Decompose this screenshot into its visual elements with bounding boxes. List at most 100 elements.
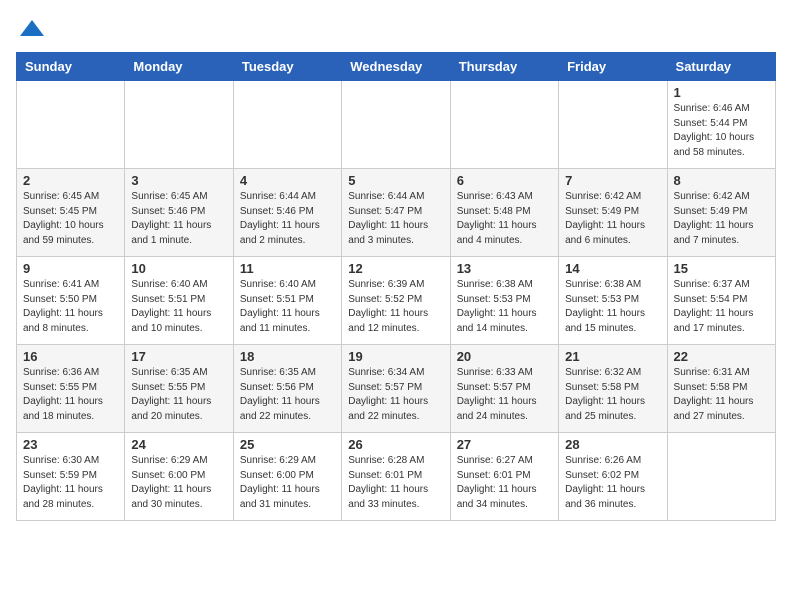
cell-details: Sunrise: 6:40 AM Sunset: 5:51 PM Dayligh… xyxy=(131,278,226,336)
cell-details: Sunrise: 6:33 AM Sunset: 5:57 PM Dayligh… xyxy=(457,366,552,424)
cell-details: Sunrise: 6:43 AM Sunset: 5:48 PM Dayligh… xyxy=(457,190,552,248)
cell-details: Sunrise: 6:26 AM Sunset: 6:02 PM Dayligh… xyxy=(565,454,660,512)
cell-details: Sunrise: 6:29 AM Sunset: 6:00 PM Dayligh… xyxy=(131,454,226,512)
day-number: 10 xyxy=(131,261,226,276)
day-number: 25 xyxy=(240,437,335,452)
day-number: 12 xyxy=(348,261,443,276)
cell-details: Sunrise: 6:44 AM Sunset: 5:46 PM Dayligh… xyxy=(240,190,335,248)
calendar-cell: 10 Sunrise: 6:40 AM Sunset: 5:51 PM Dayli… xyxy=(125,257,233,345)
calendar-cell: 18 Sunrise: 6:35 AM Sunset: 5:56 PM Dayli… xyxy=(233,345,341,433)
day-header-tuesday: Tuesday xyxy=(233,53,341,81)
week-row-2: 2 Sunrise: 6:45 AM Sunset: 5:45 PM Daylig… xyxy=(17,169,776,257)
cell-details: Sunrise: 6:35 AM Sunset: 5:55 PM Dayligh… xyxy=(131,366,226,424)
calendar-cell: 14 Sunrise: 6:38 AM Sunset: 5:53 PM Dayli… xyxy=(559,257,667,345)
day-number: 16 xyxy=(23,349,118,364)
day-number: 3 xyxy=(131,173,226,188)
cell-details: Sunrise: 6:36 AM Sunset: 5:55 PM Dayligh… xyxy=(23,366,118,424)
cell-details: Sunrise: 6:42 AM Sunset: 5:49 PM Dayligh… xyxy=(674,190,769,248)
calendar-cell: 25 Sunrise: 6:29 AM Sunset: 6:00 PM Dayli… xyxy=(233,433,341,521)
calendar-cell: 4 Sunrise: 6:44 AM Sunset: 5:46 PM Daylig… xyxy=(233,169,341,257)
day-number: 1 xyxy=(674,85,769,100)
cell-details: Sunrise: 6:30 AM Sunset: 5:59 PM Dayligh… xyxy=(23,454,118,512)
day-number: 22 xyxy=(674,349,769,364)
calendar-cell: 19 Sunrise: 6:34 AM Sunset: 5:57 PM Dayli… xyxy=(342,345,450,433)
calendar-cell: 2 Sunrise: 6:45 AM Sunset: 5:45 PM Daylig… xyxy=(17,169,125,257)
day-number: 4 xyxy=(240,173,335,188)
calendar-cell: 9 Sunrise: 6:41 AM Sunset: 5:50 PM Daylig… xyxy=(17,257,125,345)
calendar-cell: 20Sunrise: 6:33 AM Sunset: 5:57 PM Dayli… xyxy=(450,345,558,433)
day-number: 19 xyxy=(348,349,443,364)
calendar-cell: 5 Sunrise: 6:44 AM Sunset: 5:47 PM Daylig… xyxy=(342,169,450,257)
cell-details: Sunrise: 6:42 AM Sunset: 5:49 PM Dayligh… xyxy=(565,190,660,248)
day-number: 15 xyxy=(674,261,769,276)
day-number: 27 xyxy=(457,437,552,452)
day-number: 5 xyxy=(348,173,443,188)
cell-details: Sunrise: 6:44 AM Sunset: 5:47 PM Dayligh… xyxy=(348,190,443,248)
calendar-cell: 1Sunrise: 6:46 AM Sunset: 5:44 PM Daylig… xyxy=(667,81,775,169)
page-header xyxy=(16,16,776,44)
day-number: 28 xyxy=(565,437,660,452)
cell-details: Sunrise: 6:38 AM Sunset: 5:53 PM Dayligh… xyxy=(565,278,660,336)
calendar-header: SundayMondayTuesdayWednesdayThursdayFrid… xyxy=(17,53,776,81)
days-header-row: SundayMondayTuesdayWednesdayThursdayFrid… xyxy=(17,53,776,81)
day-header-friday: Friday xyxy=(559,53,667,81)
calendar-cell: 16 Sunrise: 6:36 AM Sunset: 5:55 PM Dayli… xyxy=(17,345,125,433)
calendar-cell xyxy=(233,81,341,169)
cell-details: Sunrise: 6:31 AM Sunset: 5:58 PM Dayligh… xyxy=(674,366,769,424)
calendar-cell xyxy=(125,81,233,169)
day-number: 21 xyxy=(565,349,660,364)
day-number: 13 xyxy=(457,261,552,276)
calendar-cell: 11 Sunrise: 6:40 AM Sunset: 5:51 PM Dayli… xyxy=(233,257,341,345)
day-number: 9 xyxy=(23,261,118,276)
calendar-cell: 24 Sunrise: 6:29 AM Sunset: 6:00 PM Dayli… xyxy=(125,433,233,521)
cell-details: Sunrise: 6:45 AM Sunset: 5:45 PM Dayligh… xyxy=(23,190,118,248)
calendar-table: SundayMondayTuesdayWednesdayThursdayFrid… xyxy=(16,52,776,521)
day-number: 26 xyxy=(348,437,443,452)
day-number: 2 xyxy=(23,173,118,188)
cell-details: Sunrise: 6:32 AM Sunset: 5:58 PM Dayligh… xyxy=(565,366,660,424)
cell-details: Sunrise: 6:41 AM Sunset: 5:50 PM Dayligh… xyxy=(23,278,118,336)
day-header-thursday: Thursday xyxy=(450,53,558,81)
calendar-cell: 21 Sunrise: 6:32 AM Sunset: 5:58 PM Dayli… xyxy=(559,345,667,433)
calendar-cell: 7 Sunrise: 6:42 AM Sunset: 5:49 PM Daylig… xyxy=(559,169,667,257)
cell-details: Sunrise: 6:45 AM Sunset: 5:46 PM Dayligh… xyxy=(131,190,226,248)
calendar-cell: 12 Sunrise: 6:39 AM Sunset: 5:52 PM Dayli… xyxy=(342,257,450,345)
cell-details: Sunrise: 6:34 AM Sunset: 5:57 PM Dayligh… xyxy=(348,366,443,424)
day-header-saturday: Saturday xyxy=(667,53,775,81)
day-number: 7 xyxy=(565,173,660,188)
calendar-cell: 15 Sunrise: 6:37 AM Sunset: 5:54 PM Dayli… xyxy=(667,257,775,345)
cell-details: Sunrise: 6:35 AM Sunset: 5:56 PM Dayligh… xyxy=(240,366,335,424)
day-number: 11 xyxy=(240,261,335,276)
logo xyxy=(16,16,46,44)
calendar-cell: 13Sunrise: 6:38 AM Sunset: 5:53 PM Dayli… xyxy=(450,257,558,345)
day-header-wednesday: Wednesday xyxy=(342,53,450,81)
calendar-cell xyxy=(667,433,775,521)
calendar-cell: 8 Sunrise: 6:42 AM Sunset: 5:49 PM Daylig… xyxy=(667,169,775,257)
day-number: 6 xyxy=(457,173,552,188)
cell-details: Sunrise: 6:27 AM Sunset: 6:01 PM Dayligh… xyxy=(457,454,552,512)
calendar-cell xyxy=(559,81,667,169)
cell-details: Sunrise: 6:29 AM Sunset: 6:00 PM Dayligh… xyxy=(240,454,335,512)
calendar-body: 1Sunrise: 6:46 AM Sunset: 5:44 PM Daylig… xyxy=(17,81,776,521)
cell-details: Sunrise: 6:28 AM Sunset: 6:01 PM Dayligh… xyxy=(348,454,443,512)
cell-details: Sunrise: 6:37 AM Sunset: 5:54 PM Dayligh… xyxy=(674,278,769,336)
calendar-cell: 26 Sunrise: 6:28 AM Sunset: 6:01 PM Dayli… xyxy=(342,433,450,521)
calendar-cell xyxy=(17,81,125,169)
calendar-cell xyxy=(450,81,558,169)
cell-details: Sunrise: 6:40 AM Sunset: 5:51 PM Dayligh… xyxy=(240,278,335,336)
day-number: 24 xyxy=(131,437,226,452)
week-row-1: 1Sunrise: 6:46 AM Sunset: 5:44 PM Daylig… xyxy=(17,81,776,169)
day-header-monday: Monday xyxy=(125,53,233,81)
calendar-cell: 27 Sunrise: 6:27 AM Sunset: 6:01 PM Dayli… xyxy=(450,433,558,521)
logo-icon xyxy=(18,16,46,44)
calendar-cell: 6 Sunrise: 6:43 AM Sunset: 5:48 PM Daylig… xyxy=(450,169,558,257)
day-number: 18 xyxy=(240,349,335,364)
cell-details: Sunrise: 6:39 AM Sunset: 5:52 PM Dayligh… xyxy=(348,278,443,336)
calendar-cell: 28 Sunrise: 6:26 AM Sunset: 6:02 PM Dayli… xyxy=(559,433,667,521)
day-number: 8 xyxy=(674,173,769,188)
day-number: 23 xyxy=(23,437,118,452)
week-row-3: 9 Sunrise: 6:41 AM Sunset: 5:50 PM Daylig… xyxy=(17,257,776,345)
day-number: 14 xyxy=(565,261,660,276)
day-number: 17 xyxy=(131,349,226,364)
day-header-sunday: Sunday xyxy=(17,53,125,81)
